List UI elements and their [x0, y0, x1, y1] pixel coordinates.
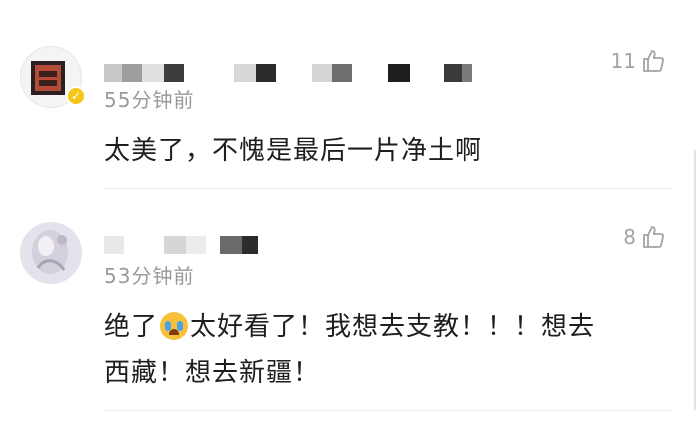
username-mosaic[interactable]	[104, 232, 274, 258]
comment-divider	[104, 188, 672, 189]
comment-text: 绝了 太好看了！我想去支教！！！想去 西藏！想去新疆！	[104, 304, 595, 396]
comment-time: 53分钟前	[104, 264, 195, 288]
comment-text-part: 太好看了！我想去支教！！！想去	[190, 312, 596, 342]
avatar[interactable]	[20, 222, 82, 284]
thumbs-up-icon	[643, 226, 664, 248]
scrollbar[interactable]	[694, 150, 696, 410]
comment-time: 55分钟前	[104, 88, 195, 112]
username-mosaic[interactable]	[104, 60, 474, 86]
verified-badge-icon: ✓	[66, 86, 86, 106]
comment-text-part: 绝了	[104, 312, 159, 342]
thumbs-up-icon	[643, 50, 664, 72]
comment-divider	[104, 410, 672, 411]
like-count: 8	[623, 225, 636, 249]
comment-text-part: 西藏！想去新疆！	[104, 358, 321, 388]
illustration-avatar-icon	[20, 222, 82, 284]
like-count: 11	[610, 49, 636, 73]
like-button[interactable]: 11	[611, 48, 666, 74]
comment-text: 太美了，不愧是最后一片净土啊	[104, 136, 483, 166]
like-button[interactable]: 8	[623, 224, 666, 250]
crying-face-icon	[160, 312, 189, 340]
